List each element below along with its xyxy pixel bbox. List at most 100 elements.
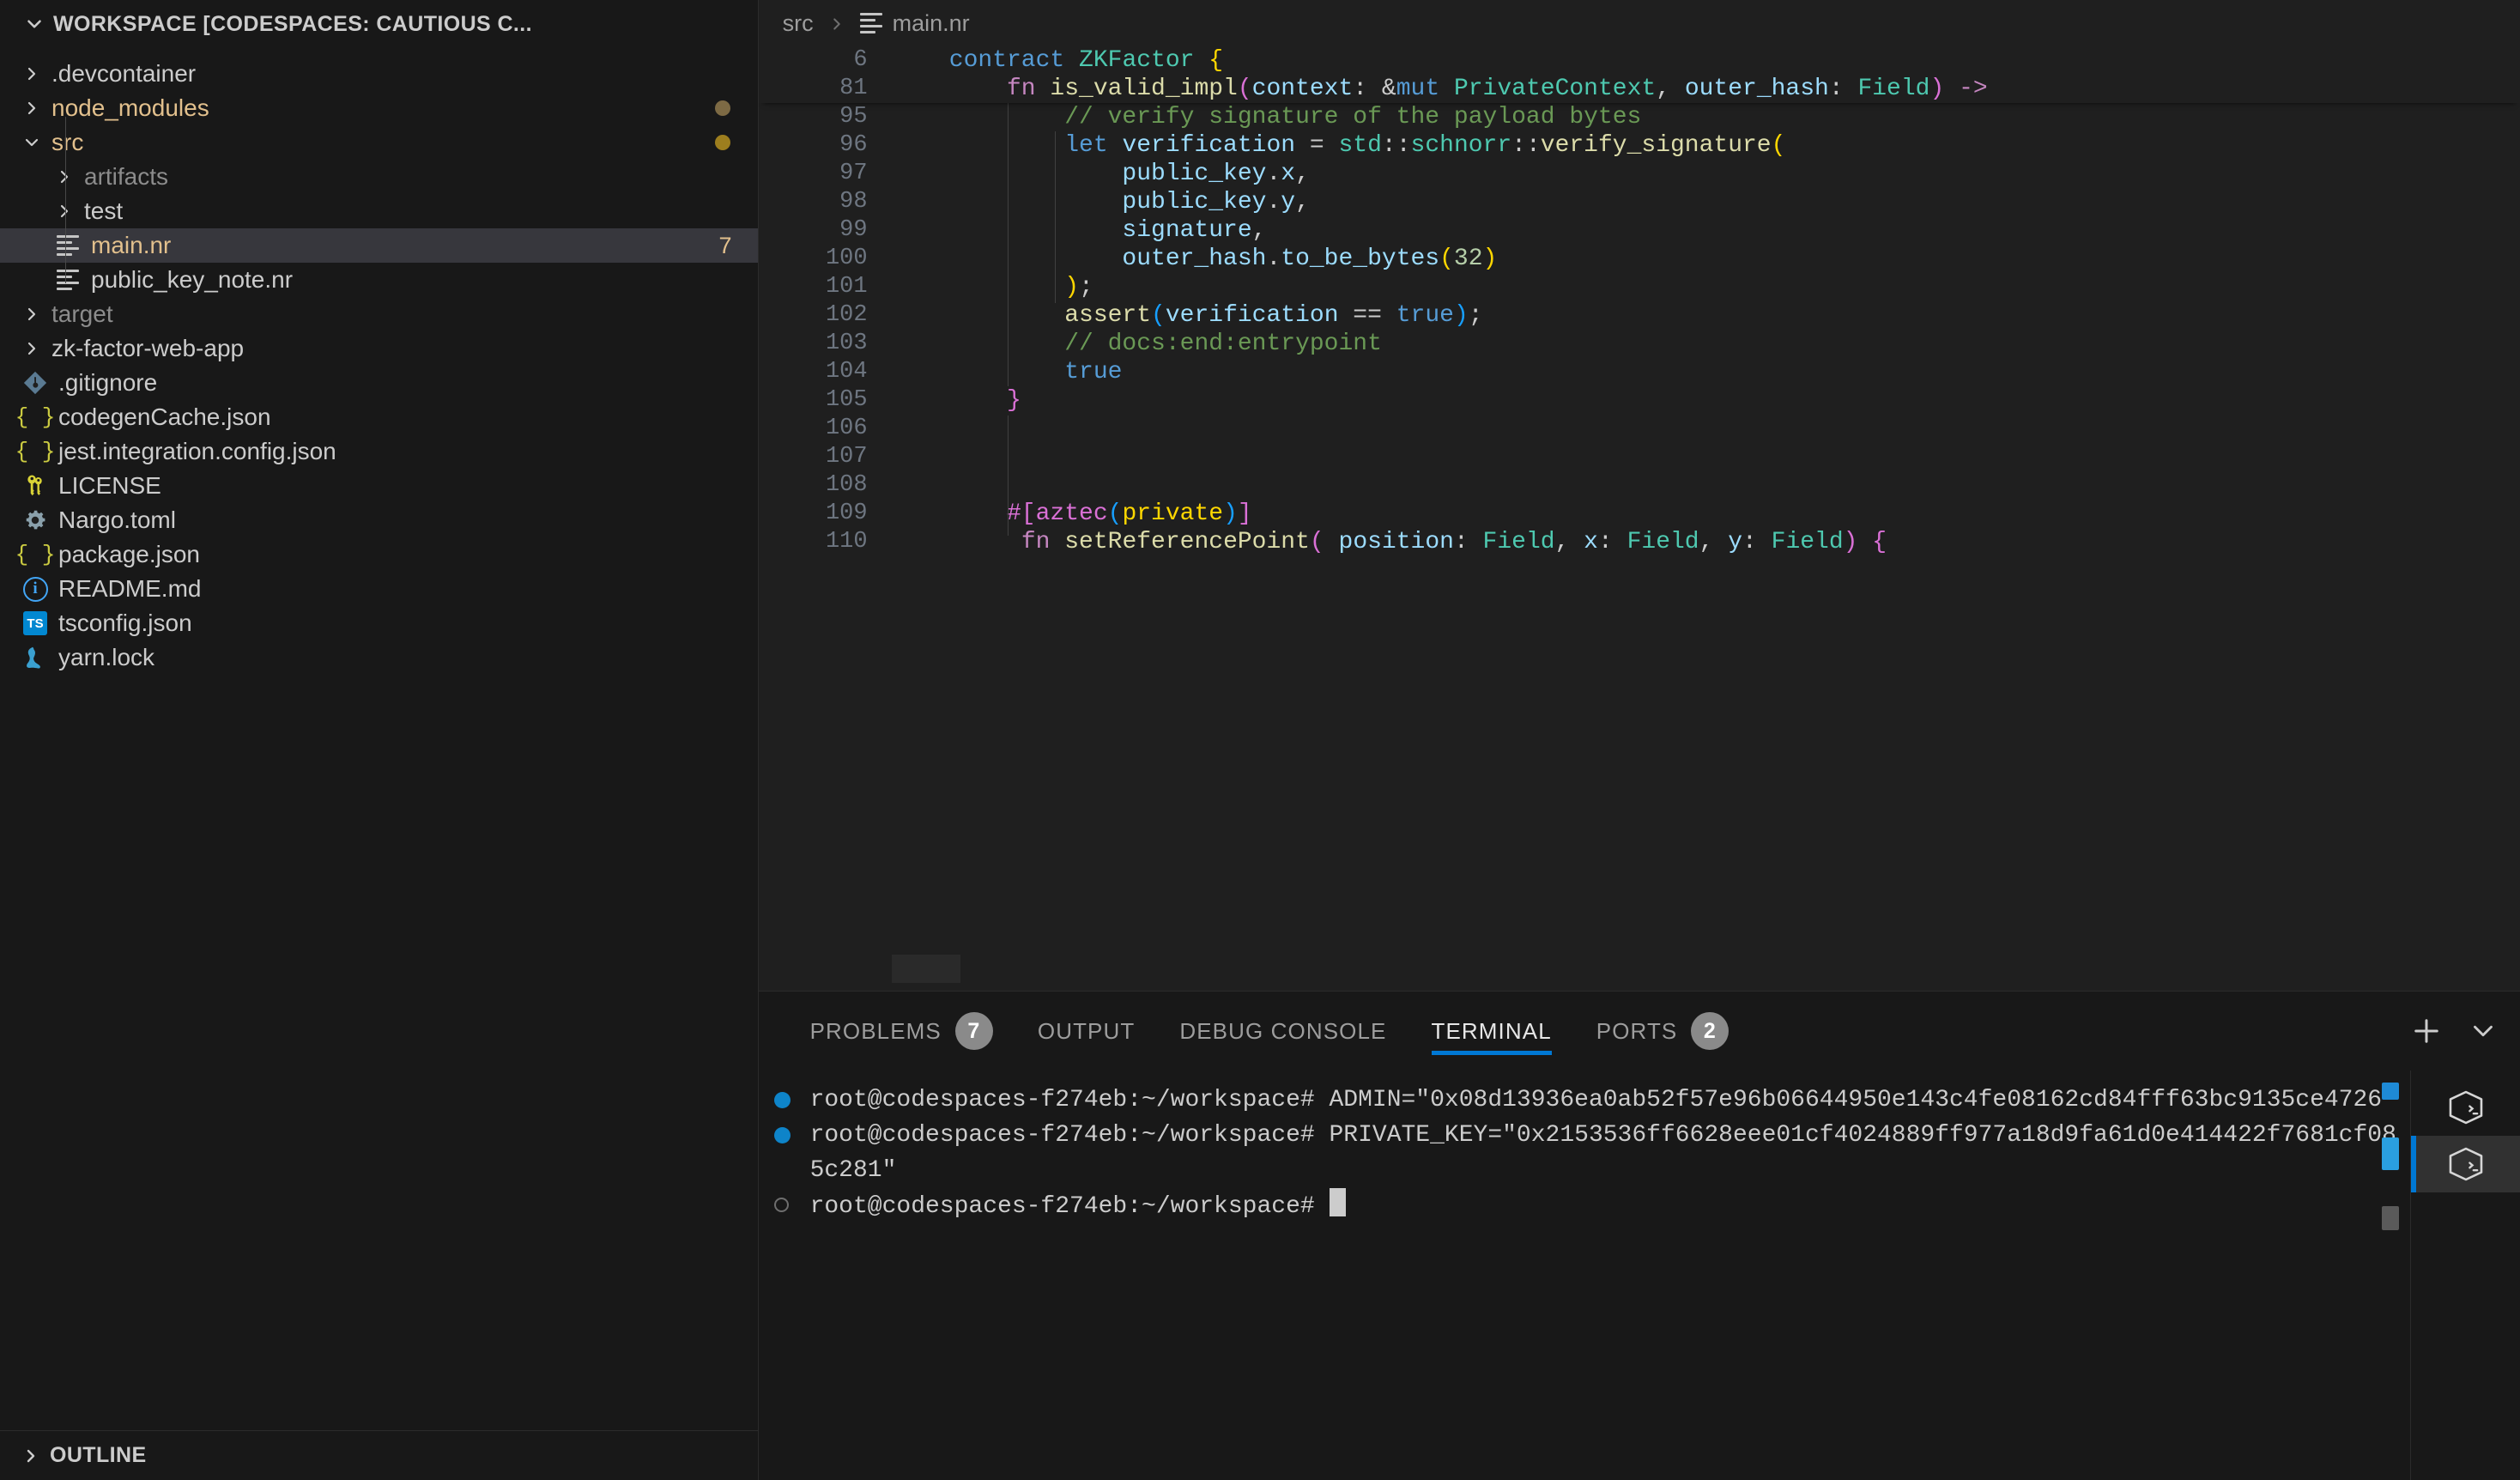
chevron-right-icon[interactable] (15, 64, 48, 84)
chevron-right-icon[interactable] (15, 98, 48, 118)
terminal-tab[interactable] (2411, 1079, 2520, 1136)
code-line-text: fn setReferencePoint( position: Field, x… (892, 528, 1887, 556)
tree-folder-src[interactable]: src (0, 125, 758, 160)
tree-folder-artifacts[interactable]: artifacts (0, 160, 758, 194)
current-line-highlight (891, 955, 960, 983)
code-lines[interactable]: 95 // verify signature of the payload by… (759, 103, 2520, 556)
chevron-down-icon[interactable] (15, 13, 53, 35)
tree-folder-zk-factor-web-app[interactable]: zk-factor-web-app (0, 331, 758, 366)
gear-icon (15, 507, 55, 533)
chevron-down-icon[interactable] (15, 132, 48, 153)
panel-action-bar[interactable] (2408, 992, 2499, 1071)
chevron-right-icon (822, 10, 851, 37)
workspace-section-header[interactable]: WORKSPACE [CODESPACES: CAUTIOUS C... (0, 0, 758, 48)
code-line[interactable]: 95 // verify signature of the payload by… (759, 103, 2520, 131)
tree-file-codegenCache.json[interactable]: { } codegenCache.json (0, 400, 758, 434)
line-number: 6 (853, 47, 868, 73)
tree-file-.gitignore[interactable]: .gitignore (0, 366, 758, 400)
terminal-output[interactable]: root@codespaces-f274eb:~/workspace# ADMI… (759, 1071, 2410, 1480)
code-token: ( (1237, 76, 1252, 102)
tree-folder-.devcontainer[interactable]: .devcontainer (0, 57, 758, 91)
code-token: fn (1021, 529, 1065, 555)
file-tree[interactable]: .devcontainer node_modules src artifacts tes… (0, 48, 758, 1430)
tree-item-modified-dot (714, 135, 730, 150)
code-line[interactable]: 104 true (759, 358, 2520, 386)
tree-file-README.md[interactable]: i README.md (0, 572, 758, 606)
sidebar-scrollbar[interactable] (746, 0, 758, 1480)
terminal-line[interactable]: root@codespaces-f274eb:~/workspace# PRIV… (773, 1118, 2410, 1188)
workspace-title: WORKSPACE [CODESPACES: CAUTIOUS C... (53, 11, 532, 36)
terminal-tab[interactable] (2411, 1136, 2520, 1192)
code-line[interactable]: 100 outer_hash.to_be_bytes(32) (759, 245, 2520, 273)
code-line[interactable]: 106 (759, 415, 2520, 443)
code-line[interactable]: 103 // docs:end:entrypoint (759, 330, 2520, 358)
code-token: std (1338, 132, 1382, 159)
terminal-command-marker (2382, 1083, 2399, 1100)
chevron-right-icon[interactable] (15, 338, 48, 359)
code-editor[interactable]: 95 // verify signature of the payload by… (758, 46, 2520, 991)
tree-item-problem-count: 7 (718, 232, 732, 258)
line-number: 100 (825, 246, 868, 271)
chevron-down-icon[interactable] (2467, 1015, 2499, 1047)
tree-folder-target[interactable]: target (0, 297, 758, 331)
tree-file-tsconfig.json[interactable]: TS tsconfig.json (0, 606, 758, 640)
breadcrumb-file[interactable]: main.nr (859, 10, 970, 37)
terminal-cursor (1329, 1188, 1346, 1216)
code-token: fn (1007, 76, 1051, 102)
tree-file-package.json[interactable]: { } package.json (0, 537, 758, 572)
terminal-prompt: root@codespaces-f274eb:~/workspace# (809, 1087, 1315, 1113)
outline-section-header[interactable]: OUTLINE (0, 1430, 758, 1480)
tree-file-Nargo.toml[interactable]: Nargo.toml (0, 503, 758, 537)
tree-file-LICENSE[interactable]: LICENSE (0, 469, 758, 503)
tree-folder-node_modules[interactable]: node_modules (0, 91, 758, 125)
panel-tab-debug-console[interactable]: DEBUG CONSOLE (1157, 992, 1408, 1071)
breadcrumb[interactable]: src main.nr (758, 0, 2520, 46)
code-line[interactable]: 102 assert(verification == true); (759, 301, 2520, 330)
terminal-line[interactable]: root@codespaces-f274eb:~/workspace# ADMI… (773, 1083, 2410, 1118)
breadcrumb-folder[interactable]: src (783, 10, 814, 37)
panel-tab-terminal[interactable]: TERMINAL (1409, 992, 1574, 1071)
tree-file-yarn.lock[interactable]: yarn.lock (0, 640, 758, 675)
line-number: 98 (839, 189, 868, 215)
code-token: ; (1079, 274, 1093, 300)
code-line[interactable]: 98 public_key.y, (759, 188, 2520, 216)
code-line[interactable]: 81 fn is_valid_impl(context: &mut Privat… (759, 75, 2520, 103)
terminal-line[interactable]: root@codespaces-f274eb:~/workspace# (773, 1188, 2410, 1224)
tree-file-main.nr[interactable]: main.nr 7 (0, 228, 758, 263)
code-line[interactable]: 96 let verification = std::schnorr::veri… (759, 131, 2520, 160)
explorer-sidebar: WORKSPACE [CODESPACES: CAUTIOUS C... .de… (0, 0, 759, 1480)
code-indent-guide (1007, 415, 1009, 536)
tree-file-public_key_note.nr[interactable]: public_key_note.nr (0, 263, 758, 297)
chevron-right-icon[interactable] (48, 167, 81, 187)
code-line[interactable]: 107 (759, 443, 2520, 471)
code-line[interactable]: 101 ); (759, 273, 2520, 301)
code-line[interactable]: 110 fn setReferencePoint( position: Fiel… (759, 528, 2520, 556)
panel-tab-bar[interactable]: PROBLEMS 7 OUTPUT DEBUG CONSOLE TERMINAL PORT… (759, 992, 2520, 1071)
panel-tab-ports[interactable]: PORTS 2 (1574, 992, 1752, 1071)
chevron-right-icon[interactable] (12, 1446, 50, 1466)
terminal-tab-list[interactable] (2382, 1071, 2520, 1480)
tree-item-label: package.json (58, 541, 201, 567)
tree-file-jest.integration.config.json[interactable]: { } jest.integration.config.json (0, 434, 758, 469)
tree-folder-test[interactable]: test (0, 194, 758, 228)
code-line[interactable]: 99 signature, (759, 216, 2520, 245)
line-number: 101 (825, 274, 868, 300)
code-line[interactable]: 109 #[aztec(private)] (759, 500, 2520, 528)
new-terminal-button[interactable] (2408, 1013, 2444, 1049)
chevron-right-icon[interactable] (15, 304, 48, 325)
code-line[interactable]: 105 } (759, 386, 2520, 415)
code-line[interactable]: 97 public_key.x, (759, 160, 2520, 188)
code-line[interactable]: 6 contract ZKFactor { (759, 46, 2520, 75)
sticky-scroll-header[interactable]: 6 contract ZKFactor {81 fn is_valid_impl… (758, 46, 2520, 103)
code-line[interactable]: 108 (759, 471, 2520, 500)
command-success-icon (773, 1083, 810, 1108)
panel-tab-problems[interactable]: PROBLEMS 7 (788, 992, 1015, 1071)
panel-tab-output[interactable]: OUTPUT (1015, 992, 1157, 1071)
terminal-line-text: root@codespaces-f274eb:~/workspace# ADMI… (810, 1083, 2410, 1118)
chevron-right-icon[interactable] (48, 201, 81, 221)
